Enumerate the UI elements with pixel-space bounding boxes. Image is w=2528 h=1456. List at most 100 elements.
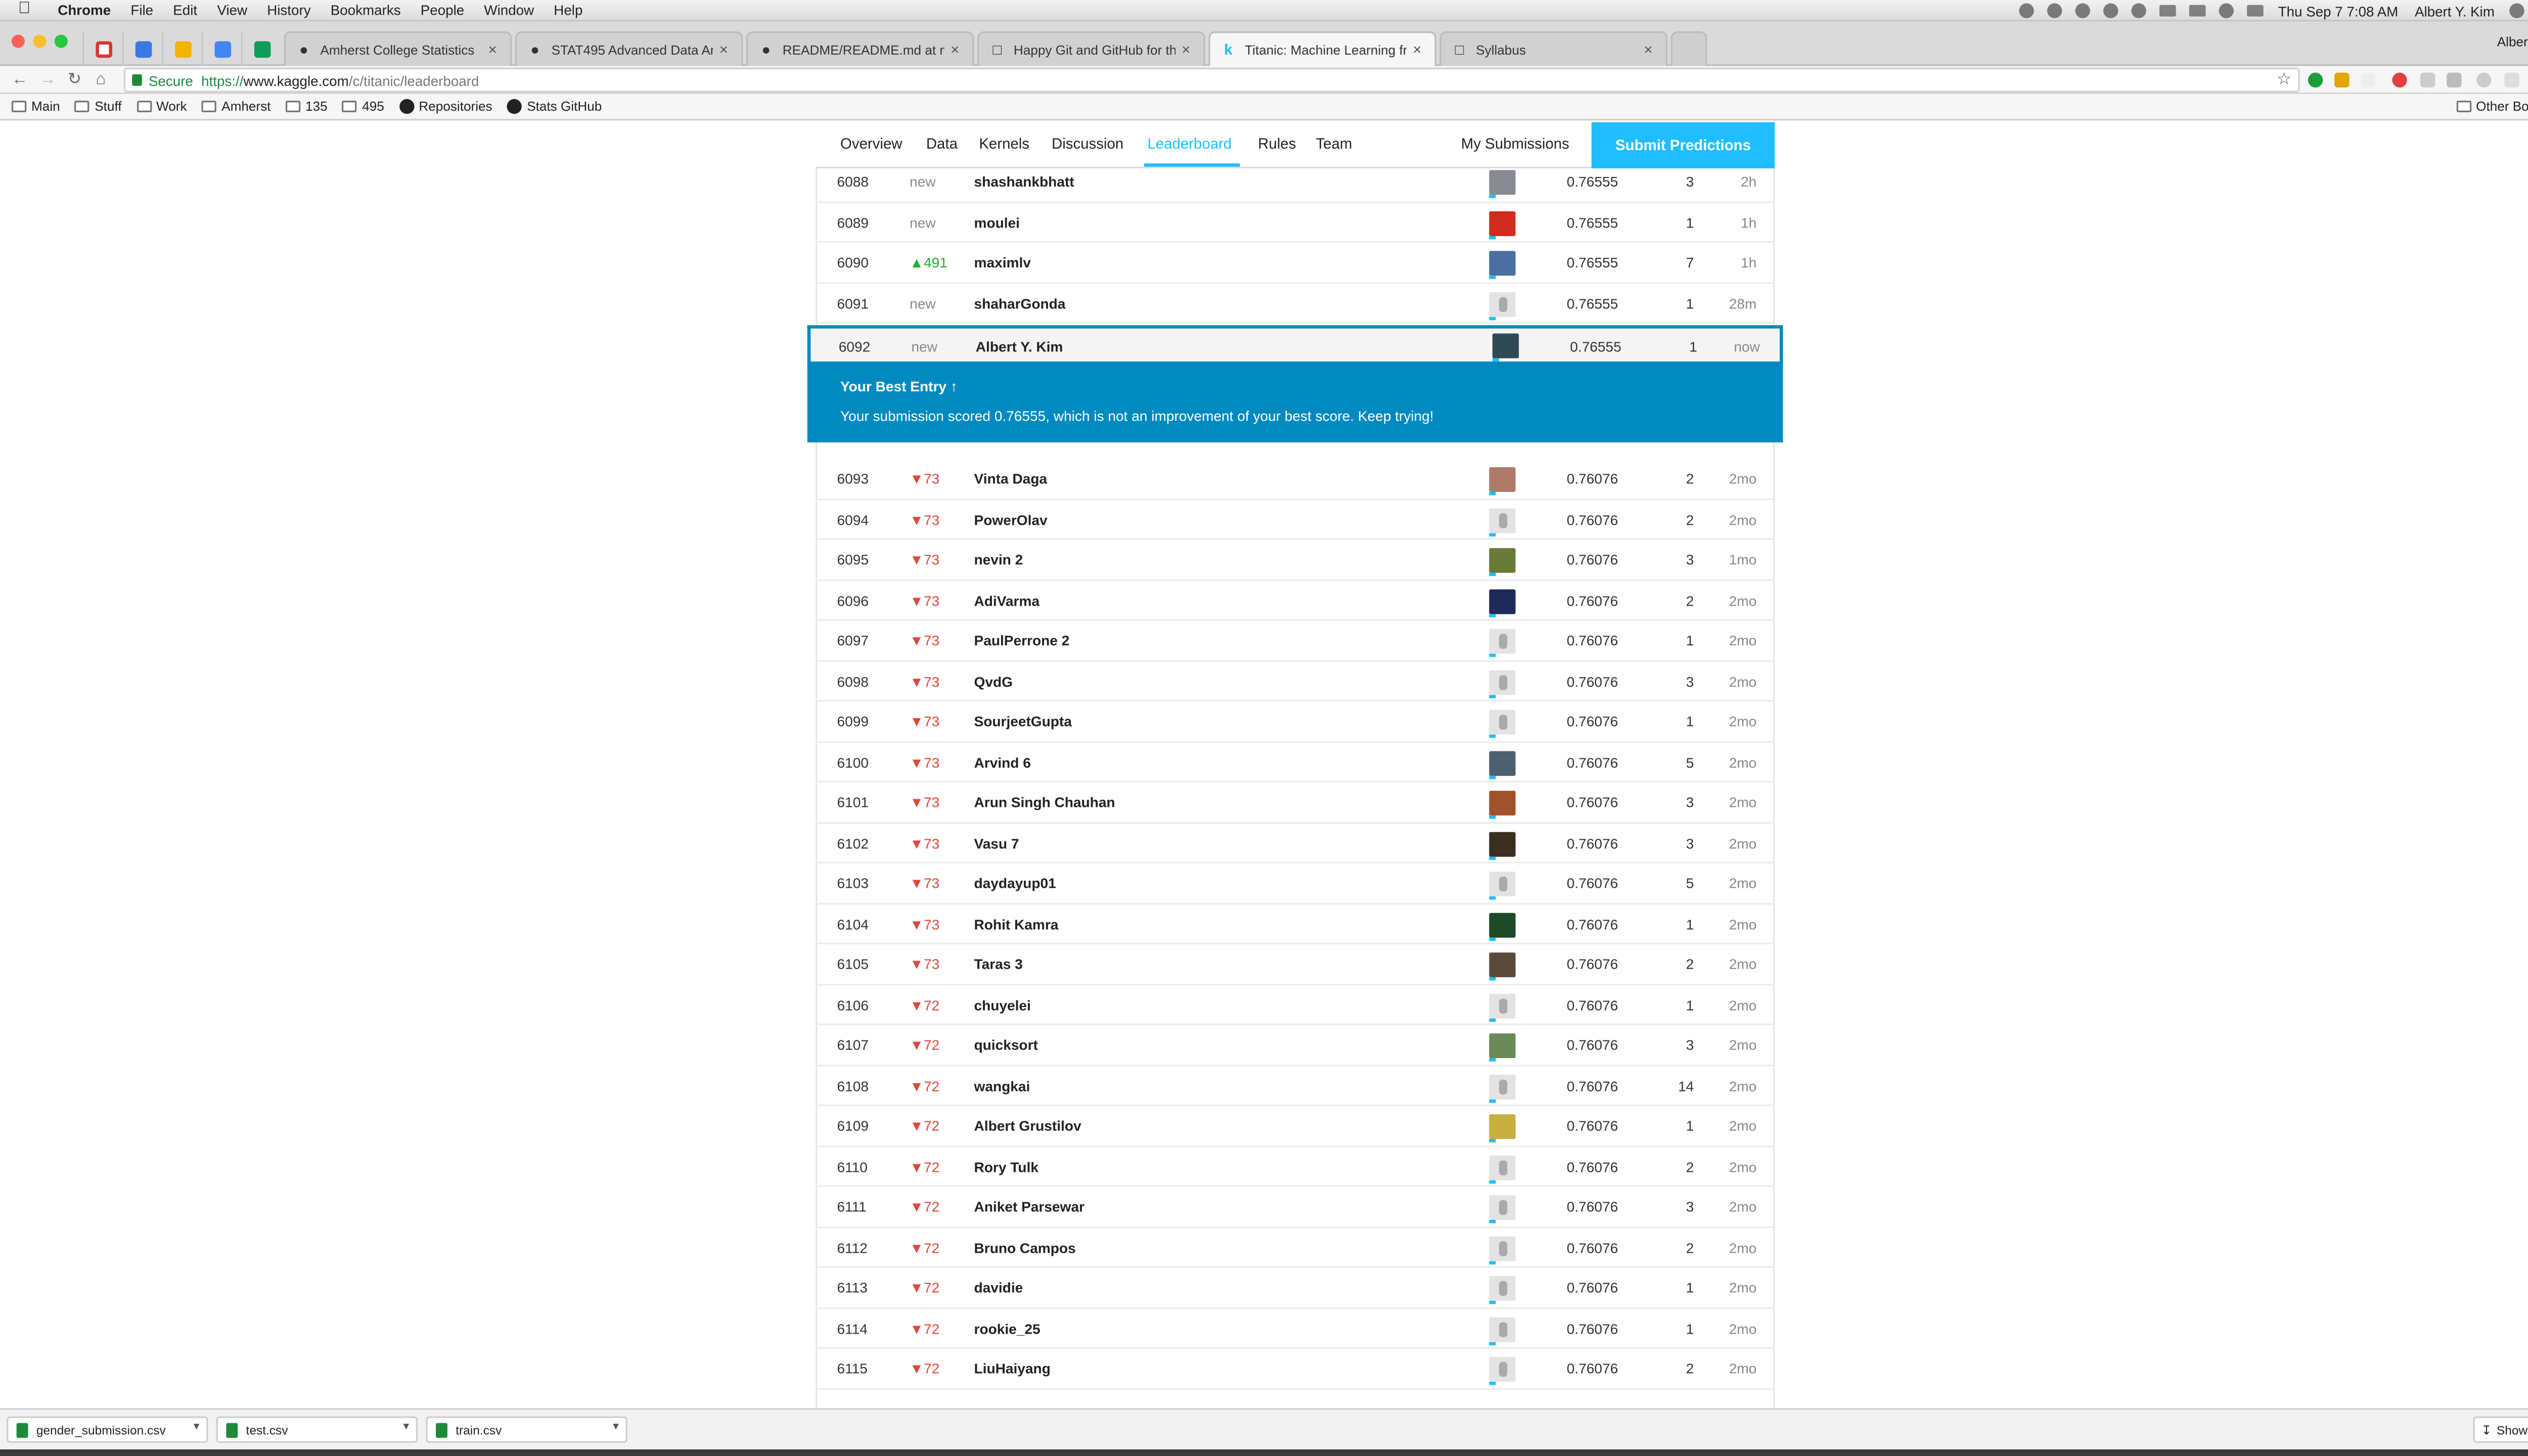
table-row[interactable]: 6104 ▼73 Rohit Kamra 0.76076 1 2mo <box>816 904 1775 944</box>
table-row[interactable]: 6090 ▲491 maximlv 0.76555 7 1h <box>816 243 1775 283</box>
table-row[interactable]: 6091 new shaharGonda 0.76555 1 28m <box>816 283 1775 324</box>
team-name[interactable]: Taras 3 <box>974 956 1023 973</box>
avatar[interactable] <box>1489 588 1516 614</box>
extension-a-icon[interactable] <box>2420 72 2435 88</box>
table-row[interactable]: 6106 ▼72 chuyelei 0.76076 1 2mo <box>816 985 1775 1025</box>
menu-history[interactable]: History <box>267 2 310 18</box>
menu-people[interactable]: People <box>421 2 464 18</box>
avatar[interactable] <box>1489 1195 1516 1220</box>
home-icon[interactable]: ⌂ <box>96 69 106 90</box>
table-row[interactable]: 6099 ▼73 SourjeetGupta 0.76076 1 2mo <box>816 702 1775 742</box>
drive-icon[interactable] <box>2047 3 2062 18</box>
tab-amherst-statistics[interactable]: ● Amherst College Statistics × <box>284 31 512 66</box>
avatar[interactable] <box>1489 952 1516 978</box>
extension-ghost-icon[interactable] <box>2361 72 2376 88</box>
table-row[interactable]: 6109 ▼72 Albert Grustilov 0.76076 1 2mo <box>816 1106 1775 1147</box>
tab-discussion[interactable]: Discussion <box>1052 135 1123 152</box>
show-all-button[interactable]: ↧ Show All <box>2473 1416 2528 1443</box>
reload-icon[interactable]: ↻ <box>68 69 81 90</box>
team-name[interactable]: wangkai <box>974 1077 1030 1094</box>
menu-help[interactable]: Help <box>554 2 582 18</box>
menubar-user[interactable]: Albert Y. Kim <box>2415 3 2495 19</box>
extension-s-icon[interactable] <box>2504 72 2519 88</box>
avatar[interactable] <box>1489 993 1516 1018</box>
menu-window[interactable]: Window <box>484 2 534 18</box>
minimize-window-icon[interactable] <box>33 34 47 48</box>
table-row[interactable]: 6112 ▼72 Bruno Campos 0.76076 2 2mo <box>816 1227 1775 1268</box>
menu-edit[interactable]: Edit <box>173 2 197 18</box>
avatar[interactable] <box>1489 912 1516 937</box>
team-name[interactable]: shaharGonda <box>974 295 1066 311</box>
tab-stat495[interactable]: ● STAT495 Advanced Data Anal × <box>515 31 743 66</box>
avatar[interactable] <box>1489 1236 1516 1261</box>
tab-kernels[interactable]: Kernels <box>979 135 1029 152</box>
team-name[interactable]: Albert Y. Kim <box>976 338 1063 355</box>
battery-icon[interactable] <box>2189 5 2205 17</box>
table-row[interactable]: 6100 ▼73 Arvind 6 0.76076 5 2mo <box>816 742 1775 783</box>
team-name[interactable]: Rory Tulk <box>974 1158 1039 1175</box>
team-name[interactable]: moulei <box>974 214 1020 231</box>
team-name[interactable]: Vasu 7 <box>974 835 1019 851</box>
table-row[interactable]: 6102 ▼73 Vasu 7 0.76076 3 2mo <box>816 823 1775 863</box>
team-name[interactable]: Aniket Parsewar <box>974 1199 1085 1215</box>
avatar[interactable] <box>1489 1033 1516 1059</box>
tab-data[interactable]: Data <box>926 135 958 152</box>
team-name[interactable]: AdiVarma <box>974 592 1040 609</box>
bluetooth-icon[interactable] <box>2131 3 2146 18</box>
my-submissions-link[interactable]: My Submissions <box>1461 135 1569 152</box>
table-row[interactable]: 6101 ▼73 Arun Singh Chauhan 0.76076 3 2mo <box>816 783 1775 823</box>
team-name[interactable]: maximlv <box>974 254 1031 271</box>
team-name[interactable]: rookie_25 <box>974 1320 1041 1337</box>
team-name[interactable]: SourjeetGupta <box>974 713 1072 730</box>
team-name[interactable]: nevin 2 <box>974 552 1023 568</box>
apple-icon[interactable]:  <box>18 1 35 18</box>
bookmark-repositories[interactable]: Repositories <box>399 99 492 114</box>
avatar[interactable] <box>1489 467 1516 492</box>
table-row[interactable]: 6094 ▼73 PowerOlav 0.76076 2 2mo <box>816 499 1775 540</box>
table-row[interactable]: 6093 ▼73 Vinta Daga 0.76076 2 2mo <box>816 459 1775 499</box>
close-tab-icon[interactable]: × <box>488 41 497 58</box>
table-row[interactable]: 6089 new moulei 0.76555 1 1h <box>816 202 1775 243</box>
address-bar[interactable]: Secure https:// www.kaggle.com /c/titani… <box>123 67 2300 93</box>
menu-view[interactable]: View <box>217 2 247 18</box>
new-tab-button[interactable] <box>1671 31 1707 66</box>
bookmark-main[interactable]: Main <box>11 99 60 114</box>
table-row[interactable]: 6113 ▼72 davidie 0.76076 1 2mo <box>816 1268 1775 1308</box>
tab-overview[interactable]: Overview <box>840 135 902 152</box>
avatar[interactable] <box>1489 508 1516 533</box>
download-item[interactable]: test.csv ▼ <box>216 1416 418 1443</box>
avatar[interactable] <box>1489 1357 1516 1382</box>
team-name[interactable]: shashankbhatt <box>974 173 1074 190</box>
table-row[interactable]: 6097 ▼73 PaulPerrone 2 0.76076 1 2mo <box>816 621 1775 661</box>
forward-icon[interactable]: → <box>39 69 56 90</box>
avatar[interactable] <box>1489 251 1516 276</box>
bookmark-amherst[interactable]: Amherst <box>201 99 270 114</box>
avatar[interactable] <box>1489 291 1516 316</box>
team-name[interactable]: daydayup01 <box>974 875 1056 892</box>
avatar[interactable] <box>1489 629 1516 654</box>
table-row[interactable]: 6108 ▼72 wangkai 0.76076 14 2mo <box>816 1066 1775 1106</box>
pinned-tab-calendar[interactable] <box>122 31 162 66</box>
team-name[interactable]: QvdG <box>974 673 1013 690</box>
close-tab-icon[interactable]: × <box>1413 41 1421 58</box>
profile-button[interactable]: Albert Y. Kim <box>2497 35 2528 50</box>
wifi-icon[interactable] <box>2219 3 2234 18</box>
tab-rules[interactable]: Rules <box>1258 135 1296 152</box>
table-row[interactable]: 6110 ▼72 Rory Tulk 0.76076 2 2mo <box>816 1147 1775 1187</box>
table-row[interactable]: 6095 ▼73 nevin 2 0.76076 3 1mo <box>816 540 1775 580</box>
team-name[interactable]: Rohit Kamra <box>974 916 1059 932</box>
tab-readme[interactable]: ● README/README.md at mast × <box>746 31 974 66</box>
close-tab-icon[interactable]: × <box>951 41 959 58</box>
tab-leaderboard[interactable]: Leaderboard <box>1147 135 1232 152</box>
menubar-clock[interactable]: Thu Sep 7 7:08 AM <box>2278 3 2399 19</box>
avatar[interactable] <box>1489 1074 1516 1099</box>
team-name[interactable]: chuyelei <box>974 996 1031 1013</box>
chevron-down-icon[interactable]: ▼ <box>192 1423 201 1433</box>
bookmark-work[interactable]: Work <box>136 99 187 114</box>
extension-grammarly-icon[interactable] <box>2308 72 2323 88</box>
pinned-tab-sheets[interactable] <box>241 31 281 66</box>
tab-team[interactable]: Team <box>1316 135 1352 152</box>
team-name[interactable]: PaulPerrone 2 <box>974 632 1070 649</box>
pinned-tab-gmail[interactable] <box>82 31 122 66</box>
avatar[interactable] <box>1489 831 1516 856</box>
